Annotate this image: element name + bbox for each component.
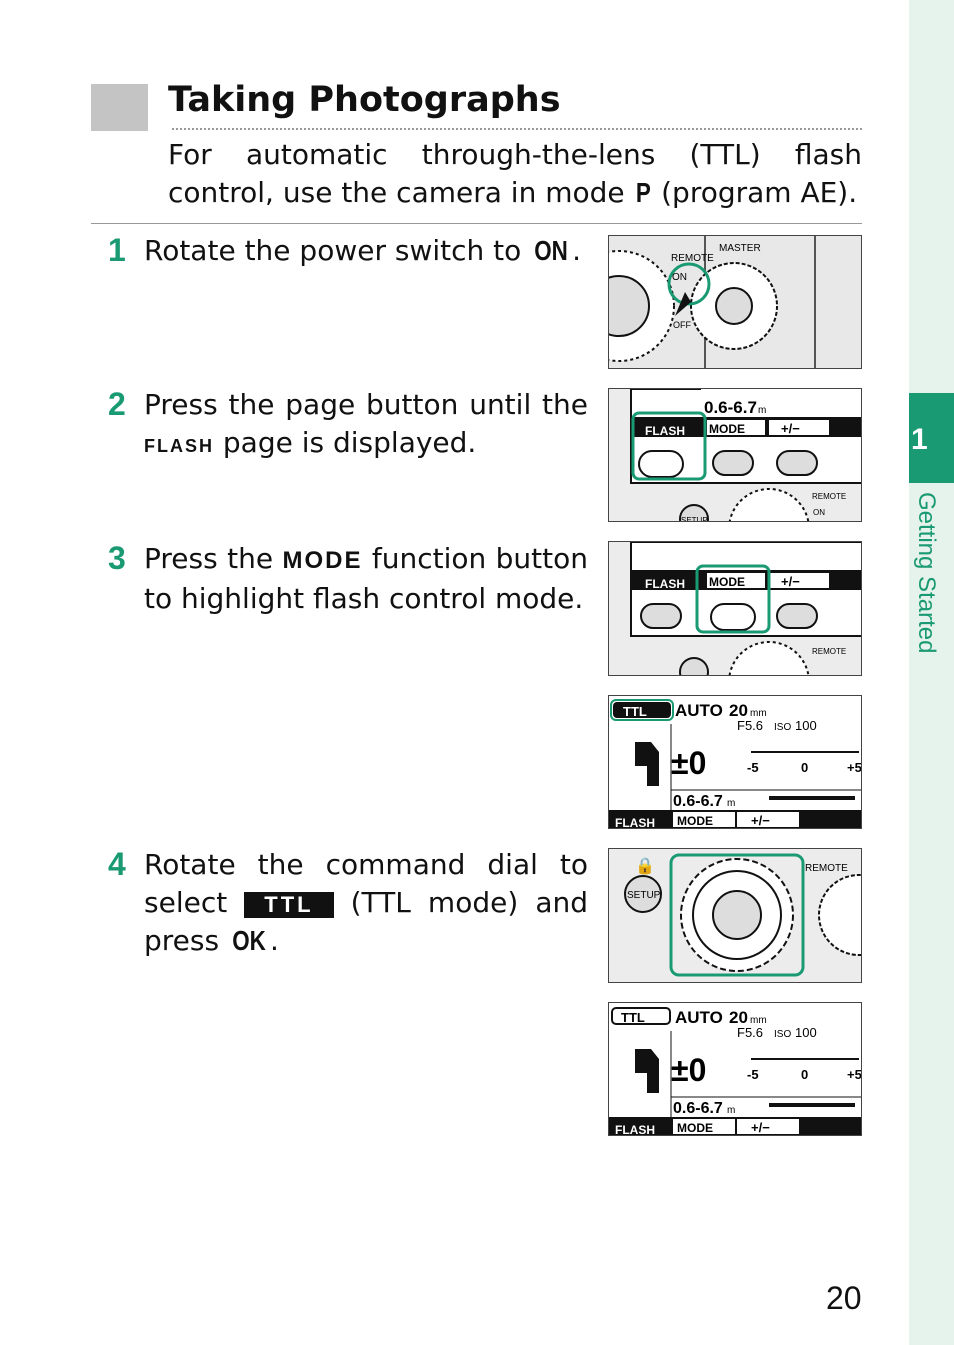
step-text: Rotate the command dial to select TTL (T… [144, 848, 588, 957]
step-number: 3 [108, 540, 126, 576]
flash-page-illustration: 0.6-6.7 m FLASH MODE +/− SETUP REMOTE ON [608, 388, 862, 522]
mode-button-icon: MODE [282, 547, 363, 574]
lcd-ttl-selected-illustration: TTL AUTO 20 mm F5.6 ISO 100 ±0 -5 0 +5 0.6-… [608, 1002, 862, 1136]
section-marker [91, 84, 148, 131]
svg-text:FLASH: FLASH [645, 577, 685, 591]
svg-text:FLASH: FLASH [615, 816, 655, 829]
flash-head-icon [635, 742, 659, 786]
svg-text:+/−: +/− [751, 1120, 770, 1135]
chapter-label[interactable]: Getting Started [912, 492, 940, 653]
side-tab [909, 0, 954, 1345]
svg-text:-5: -5 [747, 1067, 759, 1082]
svg-text:m: m [727, 798, 735, 809]
svg-text:±0: ±0 [671, 1052, 706, 1088]
remote-label: REMOTE [671, 253, 714, 264]
arrow-icon [675, 292, 691, 316]
svg-text:FLASH: FLASH [615, 1123, 655, 1136]
svg-text:MODE: MODE [677, 814, 713, 828]
svg-text:AUTO: AUTO [675, 701, 723, 720]
step-number: 2 [108, 386, 126, 422]
step-number: 4 [108, 846, 126, 882]
svg-text:AUTO: AUTO [675, 1008, 723, 1027]
svg-text:-5: -5 [747, 760, 759, 775]
svg-text:REMOTE: REMOTE [812, 492, 846, 501]
svg-text:+5: +5 [847, 760, 862, 775]
title-divider [172, 128, 862, 130]
page-title: Taking Photographs [168, 80, 561, 120]
step-text: Press the page button until the FLASH pa… [144, 388, 588, 459]
step-text: Rotate the power switch to ON. [144, 234, 582, 267]
svg-text:MODE: MODE [677, 1121, 713, 1135]
svg-text:0: 0 [801, 760, 808, 775]
step-number: 1 [108, 232, 126, 268]
svg-text:ISO: ISO [774, 1029, 791, 1040]
on-label: ON [672, 272, 687, 283]
svg-text:ON: ON [813, 508, 825, 517]
svg-text:+/−: +/− [751, 813, 770, 828]
svg-text:m: m [727, 1105, 735, 1116]
command-dial-illustration: 🔒 SETUP REMOTE [608, 848, 862, 983]
intro-text: For automatic through-the-lens (TTL) fla… [168, 138, 862, 209]
svg-text:TTL: TTL [623, 704, 647, 719]
flash-page-icon: FLASH [144, 436, 214, 456]
section-divider [91, 223, 862, 224]
svg-text:TTL: TTL [621, 1010, 645, 1025]
step-text: Press the MODE function button to highli… [144, 542, 588, 615]
flash-head-icon [635, 1049, 659, 1093]
svg-text:0.6-6.7: 0.6-6.7 [673, 793, 723, 810]
svg-text:MODE: MODE [709, 575, 745, 589]
off-label: OFF [673, 320, 691, 330]
svg-text:±0: ±0 [671, 745, 706, 781]
lcd-ttl-highlight-illustration: TTL AUTO 20 mm F5.6 ISO 100 ±0 -5 0 +5 0.6-… [608, 695, 862, 829]
master-label: MASTER [719, 243, 761, 254]
svg-text:100: 100 [795, 1025, 817, 1040]
svg-text:MODE: MODE [709, 422, 745, 436]
svg-text:100: 100 [795, 718, 817, 733]
svg-text:0.6-6.7: 0.6-6.7 [673, 1100, 723, 1117]
svg-text:F5.6: F5.6 [737, 718, 763, 733]
svg-text:ISO: ISO [774, 722, 791, 733]
svg-text:0: 0 [801, 1067, 808, 1082]
svg-text:0.6-6.7: 0.6-6.7 [704, 398, 757, 417]
page-number: 20 [826, 1280, 862, 1316]
svg-text:REMOTE: REMOTE [805, 863, 848, 874]
svg-text:m: m [758, 405, 766, 416]
svg-text:SETUP: SETUP [627, 890, 661, 901]
chapter-number[interactable]: 1 [909, 393, 954, 483]
svg-text:+5: +5 [847, 1067, 862, 1082]
svg-text:+/−: +/− [781, 574, 800, 589]
lock-icon: 🔒 [635, 857, 655, 875]
svg-text:F5.6: F5.6 [737, 1025, 763, 1040]
power-switch-illustration: MASTER REMOTE ON OFF [608, 235, 862, 369]
svg-text:REMOTE: REMOTE [812, 647, 846, 656]
ttl-mode-icon: TTL [244, 892, 334, 918]
mode-button-illustration: FLASH MODE +/− REMOTE [608, 541, 862, 676]
svg-text:SETUP: SETUP [681, 516, 708, 522]
svg-text:+/−: +/− [781, 421, 800, 436]
svg-text:FLASH: FLASH [645, 424, 685, 438]
